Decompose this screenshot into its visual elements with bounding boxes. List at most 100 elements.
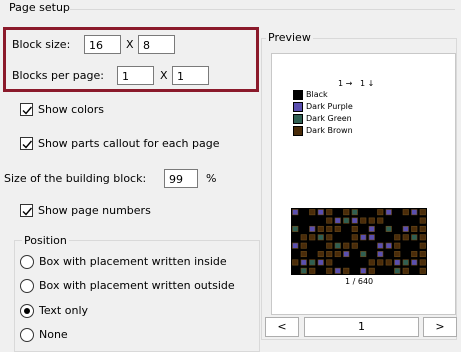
mosaic-cell [385, 225, 392, 232]
mosaic-cell [334, 217, 341, 224]
mosaic-cell [402, 259, 409, 266]
mosaic-cell [385, 259, 392, 266]
mosaic-cell [351, 225, 358, 232]
mosaic-cell [317, 225, 324, 232]
mosaic-cell [394, 267, 401, 274]
legend-swatch-dark-green [293, 114, 303, 124]
block-size-label: Block size: [12, 38, 71, 51]
mosaic-cell [326, 251, 333, 258]
mosaic-cell [326, 225, 333, 232]
mosaic-cell [402, 225, 409, 232]
mosaic-cell [334, 267, 341, 274]
blocks-per-page-width-input[interactable]: 1 [117, 66, 154, 85]
mosaic-cell [360, 267, 367, 274]
position-radio-outside[interactable] [20, 279, 34, 293]
page-setup-divider [70, 9, 455, 10]
mosaic-cell [411, 209, 418, 216]
mosaic-cell [385, 209, 392, 216]
mosaic-cell [402, 209, 409, 216]
mosaic-cell [360, 234, 367, 241]
mosaic-cell [326, 209, 333, 216]
mosaic-cell [300, 234, 307, 241]
position-option-text-only-label: Text only [39, 304, 89, 317]
mosaic-cell [402, 267, 409, 274]
mosaic-cell [419, 259, 426, 266]
prev-page-button[interactable]: < [265, 317, 299, 337]
next-page-button[interactable]: > [423, 317, 457, 337]
checkmark-icon [22, 140, 33, 149]
mosaic-cell [317, 209, 324, 216]
blocks-per-page-label: Blocks per page: [12, 69, 104, 82]
legend-swatch-black [293, 90, 303, 100]
mosaic-cell [300, 267, 307, 274]
show-colors-label: Show colors [38, 103, 104, 116]
position-radio-inside[interactable] [20, 255, 34, 269]
block-size-width-input[interactable]: 16 [84, 35, 121, 54]
mosaic-cell [360, 217, 367, 224]
mosaic-cell [394, 242, 401, 249]
mosaic-cell [351, 242, 358, 249]
mosaic-cell [309, 267, 316, 274]
mosaic-cell [419, 209, 426, 216]
mosaic-cell [300, 259, 307, 266]
position-option-inside-label: Box with placement written inside [39, 255, 227, 268]
building-block-size-input[interactable]: 99 [164, 169, 198, 188]
mosaic-cell [343, 251, 350, 258]
mosaic-cell [326, 217, 333, 224]
legend-label-dark-purple: Dark Purple [306, 102, 353, 111]
mosaic-cell [343, 242, 350, 249]
legend-label-dark-green: Dark Green [306, 114, 352, 123]
mosaic-cell [377, 217, 384, 224]
page-setup-title: Page setup [9, 1, 70, 14]
legend-label-dark-brown: Dark Brown [306, 126, 353, 135]
mosaic-cell [351, 217, 358, 224]
mosaic-cell [326, 259, 333, 266]
block-size-height-input[interactable]: 8 [138, 35, 175, 54]
mosaic-cell [394, 251, 401, 258]
mosaic-cell [343, 217, 350, 224]
preview-direction-label: 1 → 1 ↓ [338, 79, 375, 88]
position-radio-none[interactable] [20, 328, 34, 342]
mosaic-cell [394, 234, 401, 241]
mosaic-cell [377, 251, 384, 258]
mosaic-cell [377, 209, 384, 216]
building-block-size-label: Size of the building block: [4, 172, 147, 185]
mosaic-cell [411, 259, 418, 266]
mosaic-cell [368, 217, 375, 224]
mosaic-cell [326, 242, 333, 249]
mosaic-cell [292, 209, 299, 216]
mosaic-cell [351, 234, 358, 241]
mosaic-cell [300, 242, 307, 249]
page-number-input[interactable]: 1 [304, 317, 419, 337]
mosaic-cell [326, 234, 333, 241]
blocks-per-page-height-input[interactable]: 1 [172, 66, 209, 85]
mosaic-cell [402, 234, 409, 241]
mosaic-cell [309, 225, 316, 232]
mosaic-cell [419, 225, 426, 232]
mosaic-cell [317, 234, 324, 241]
mosaic-cell [309, 209, 316, 216]
mosaic-cell [394, 259, 401, 266]
position-radio-text-only[interactable] [20, 304, 34, 318]
mosaic-cell [368, 234, 375, 241]
mosaic-cell [343, 209, 350, 216]
mosaic-cell [385, 242, 392, 249]
blocks-per-page-x-label: X [160, 69, 168, 82]
show-colors-checkbox[interactable] [20, 103, 33, 116]
mosaic-cell [411, 251, 418, 258]
mosaic-cell [419, 242, 426, 249]
mosaic-cell [351, 209, 358, 216]
position-group-title: Position [22, 234, 69, 247]
checkmark-icon [22, 106, 33, 115]
mosaic-cell [419, 217, 426, 224]
mosaic-cell [317, 259, 324, 266]
mosaic-cell [368, 225, 375, 232]
mosaic-cell [360, 251, 367, 258]
mosaic-cell [368, 259, 375, 266]
mosaic-cell [292, 259, 299, 266]
legend-swatch-dark-purple [293, 102, 303, 112]
mosaic-cell [419, 251, 426, 258]
mosaic-cell [334, 251, 341, 258]
show-parts-callout-checkbox[interactable] [20, 137, 33, 150]
show-page-numbers-checkbox[interactable] [20, 204, 33, 217]
